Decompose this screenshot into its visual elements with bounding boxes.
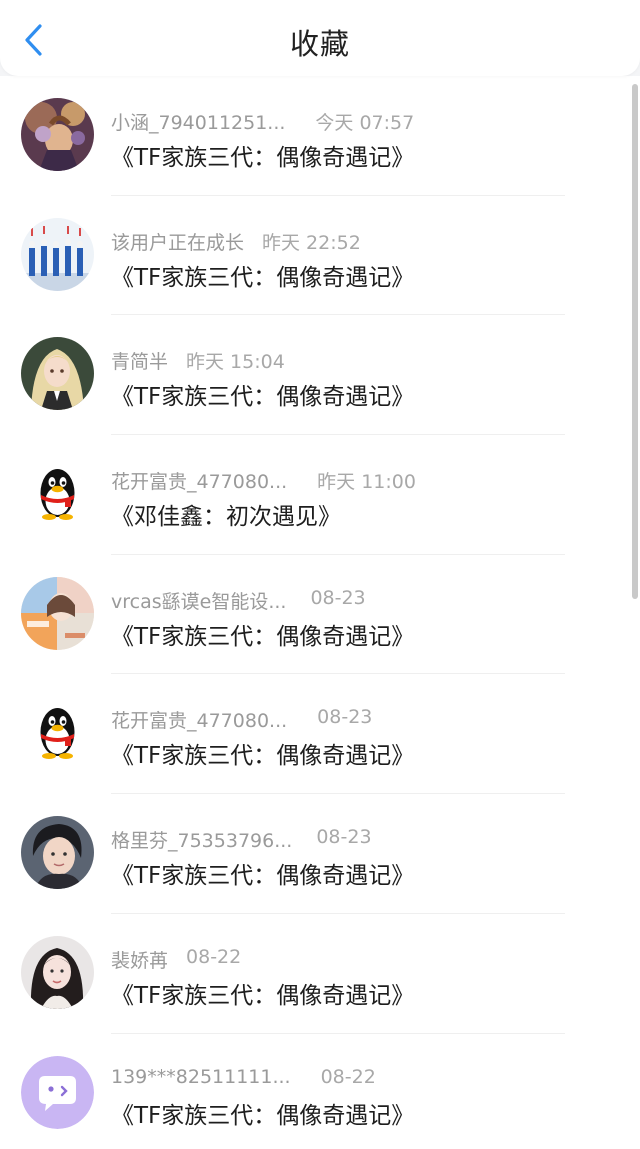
author-name: vrcas繇谟e智能设... <box>111 590 287 613</box>
list-item[interactable]: 格里芬_75353796... 08-23 《TF家族三代：偶像奇遇记》 <box>0 794 640 914</box>
timestamp: 08-22 <box>186 945 242 968</box>
work-title: 《TF家族三代：偶像奇遇记》 <box>111 1102 415 1129</box>
item-meta: 花开富贵_477080... 08-23 <box>111 706 372 733</box>
penguin-avatar[interactable] <box>21 696 94 770</box>
item-meta: 小涵_794011251... 今天 07:57 <box>111 108 414 135</box>
item-meta: 该用户正在成长 昨天 22:52 <box>111 228 361 255</box>
list-item[interactable]: 裴娇苒 08-22 《TF家族三代：偶像奇遇记》 <box>0 914 640 1034</box>
timestamp: 08-22 <box>320 1065 376 1088</box>
work-title: 《TF家族三代：偶像奇遇记》 <box>111 145 415 171</box>
item-meta: 格里芬_75353796... 08-23 <box>111 826 372 853</box>
list-item[interactable]: 青简半 昨天 15:04 《TF家族三代：偶像奇遇记》 <box>0 315 640 436</box>
author-name: 青简半 <box>111 351 169 374</box>
anime-girl-avatar[interactable] <box>21 337 94 411</box>
timestamp: 昨天 15:04 <box>186 351 285 374</box>
penguin-avatar[interactable] <box>21 457 94 531</box>
scrollbar[interactable] <box>632 84 638 599</box>
work-title: 《TF家族三代：偶像奇遇记》 <box>111 384 415 411</box>
author-name: 花开富贵_477080... <box>111 471 288 494</box>
person-photo-avatar[interactable] <box>21 816 94 890</box>
work-title: 《TF家族三代：偶像奇遇记》 <box>111 264 415 291</box>
timestamp: 08-23 <box>316 826 372 849</box>
item-meta: vrcas繇谟e智能设... 08-23 <box>111 587 366 614</box>
list-item[interactable]: 花开富贵_477080... 08-23 《TF家族三代：偶像奇遇记》 <box>0 674 640 795</box>
work-title: 《邓佳鑫：初次遇见》 <box>111 504 341 531</box>
dancers-avatar[interactable] <box>21 217 94 291</box>
list-item[interactable]: 花开富贵_477080... 昨天 11:00 《邓佳鑫：初次遇见》 <box>0 435 640 555</box>
author-name: 139***82511111... <box>111 1065 291 1088</box>
girl-photo-avatar[interactable] <box>21 935 94 1009</box>
game-character-avatar[interactable] <box>21 98 94 171</box>
page-title: 收藏 <box>289 27 350 61</box>
work-title: 《TF家族三代：偶像奇遇记》 <box>111 743 415 770</box>
list-item[interactable]: vrcas繇谟e智能设... 08-23 《TF家族三代：偶像奇遇记》 <box>0 555 640 675</box>
collage-avatar[interactable] <box>21 576 94 650</box>
item-meta: 花开富贵_477080... 昨天 11:00 <box>111 467 416 494</box>
author-name: 小涵_794011251... <box>111 112 286 134</box>
timestamp: 08-23 <box>317 706 373 729</box>
author-name: 该用户正在成长 <box>111 231 245 254</box>
timestamp: 今天 07:57 <box>315 112 415 134</box>
list-item[interactable]: 该用户正在成长 昨天 22:52 《TF家族三代：偶像奇遇记》 <box>0 196 640 316</box>
item-meta: 139***82511111... 08-22 <box>111 1066 376 1088</box>
chat-bot-avatar[interactable] <box>21 1055 94 1129</box>
author-name: 格里芬_75353796... <box>111 830 293 853</box>
work-title: 《TF家族三代：偶像奇遇记》 <box>111 982 415 1009</box>
timestamp: 昨天 11:00 <box>317 471 416 494</box>
work-title: 《TF家族三代：偶像奇遇记》 <box>111 863 415 890</box>
item-meta: 青简半 昨天 15:04 <box>111 347 285 374</box>
timestamp: 昨天 22:52 <box>262 231 361 254</box>
list-item[interactable]: 小涵_794011251... 今天 07:57 《TF家族三代：偶像奇遇记》 <box>0 76 640 196</box>
work-title: 《TF家族三代：偶像奇遇记》 <box>111 623 415 650</box>
top-bar: 收藏 <box>0 0 640 76</box>
author-name: 花开富贵_477080... <box>111 710 288 733</box>
list-item[interactable]: 139***82511111... 08-22 《TF家族三代：偶像奇遇记》 <box>0 1034 640 1149</box>
author-name: 裴娇苒 <box>111 949 169 972</box>
favorites-list: 小涵_794011251... 今天 07:57 《TF家族三代：偶像奇遇记》 <box>0 76 640 1149</box>
timestamp: 08-23 <box>310 586 366 609</box>
item-meta: 裴娇苒 08-22 <box>111 946 241 973</box>
